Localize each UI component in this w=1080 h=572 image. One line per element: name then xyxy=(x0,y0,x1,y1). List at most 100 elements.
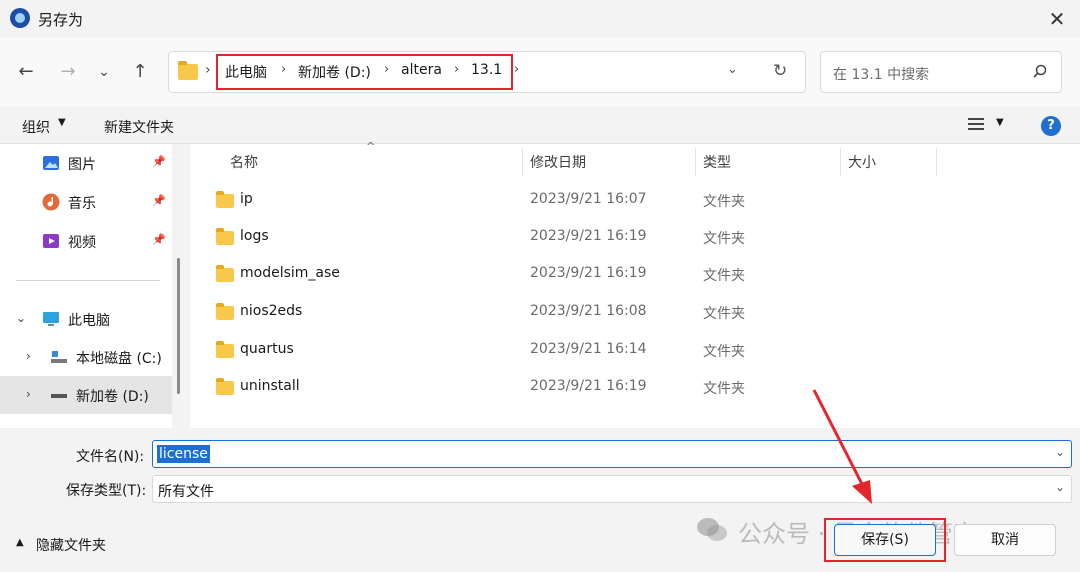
computer-icon xyxy=(43,312,59,326)
folder-icon xyxy=(216,303,234,320)
file-type: 文件夹 xyxy=(703,194,745,210)
column-divider[interactable] xyxy=(840,148,841,176)
sidebar-scrollbar[interactable] xyxy=(177,258,180,394)
refresh-icon[interactable]: ↻ xyxy=(773,61,787,81)
wechat-logo-icon xyxy=(697,518,727,541)
file-row[interactable]: modelsim_ase 2023/9/21 16:19 文件夹 xyxy=(190,256,1080,293)
sort-ascending-icon: ^ xyxy=(366,140,376,153)
file-modified: 2023/9/21 16:14 xyxy=(530,341,647,357)
sidebar-item-label: 视频 xyxy=(68,235,96,251)
title-bar: 另存为 ✕ xyxy=(0,0,1080,38)
column-divider[interactable] xyxy=(936,148,937,176)
folder-icon xyxy=(216,191,234,208)
file-row[interactable]: logs 2023/9/21 16:19 文件夹 xyxy=(190,219,1080,256)
up-button[interactable]: ↑ xyxy=(128,60,152,84)
sidebar-item-pictures[interactable]: 图片 📌 xyxy=(0,144,172,182)
chevron-down-icon[interactable]: ⌄ xyxy=(16,311,26,325)
file-name: ip xyxy=(240,191,253,207)
file-type: 文件夹 xyxy=(703,381,745,397)
filetype-value: 所有文件 xyxy=(158,484,214,500)
save-options-panel: 文件名(N): license ⌄ 保存类型(T): 所有文件 ⌄ ▲ 隐藏文件… xyxy=(0,428,1080,572)
chevron-down-icon[interactable]: ⌄ xyxy=(1055,480,1065,494)
pin-icon[interactable]: 📌 xyxy=(152,233,166,246)
view-options-icon[interactable] xyxy=(968,118,984,131)
search-icon[interactable] xyxy=(1033,64,1047,78)
address-dropdown-icon[interactable]: ⌄ xyxy=(727,62,738,77)
back-button[interactable]: ← xyxy=(14,60,38,84)
column-header-size[interactable]: 大小 xyxy=(848,152,876,172)
hide-folders-toggle[interactable]: 隐藏文件夹 xyxy=(36,535,106,555)
sidebar-item-label: 音乐 xyxy=(68,196,96,212)
file-modified: 2023/9/21 16:19 xyxy=(530,265,647,281)
file-name: quartus xyxy=(240,341,294,357)
filename-field[interactable]: license ⌄ xyxy=(152,440,1072,468)
breadcrumb-drive-d[interactable]: 新加卷 (D:) xyxy=(298,62,371,82)
file-list: ^ 名称 修改日期 类型 大小 ip 2023/9/21 16:07 文件夹 l… xyxy=(190,140,1080,428)
filetype-label: 保存类型(T): xyxy=(66,483,147,499)
sidebar-item-drive-c[interactable]: › 本地磁盘 (C:) xyxy=(0,338,172,376)
sidebar-item-this-pc[interactable]: ⌄ 此电脑 xyxy=(0,300,172,338)
column-divider[interactable] xyxy=(695,148,696,176)
column-divider[interactable] xyxy=(522,148,523,176)
file-modified: 2023/9/21 16:07 xyxy=(530,191,647,207)
folder-icon xyxy=(216,228,234,245)
filetype-select[interactable]: 所有文件 ⌄ xyxy=(152,475,1072,503)
command-bar: 组织 ▼ 新建文件夹 ▼ ? xyxy=(0,106,1080,144)
file-type: 文件夹 xyxy=(703,306,745,322)
folder-icon xyxy=(216,265,234,282)
chevron-right-icon[interactable]: › xyxy=(26,387,31,401)
chevron-right-icon[interactable]: › xyxy=(384,62,389,77)
file-type: 文件夹 xyxy=(703,231,745,247)
search-box[interactable]: 在 13.1 中搜索 xyxy=(820,51,1062,93)
folder-icon xyxy=(216,378,234,395)
chevron-down-icon[interactable]: ⌄ xyxy=(1055,445,1065,459)
pin-icon[interactable]: 📌 xyxy=(152,155,166,168)
search-input[interactable]: 在 13.1 中搜索 xyxy=(833,64,929,84)
filename-value[interactable]: license xyxy=(157,445,210,463)
chevron-right-icon[interactable]: › xyxy=(281,62,286,77)
videos-icon xyxy=(43,234,59,248)
recent-locations-button[interactable]: ⌄ xyxy=(92,60,116,84)
breadcrumb-13-1[interactable]: 13.1 xyxy=(471,62,502,78)
new-folder-button[interactable]: 新建文件夹 xyxy=(104,117,174,137)
drive-icon xyxy=(51,394,67,398)
sidebar-item-label: 此电脑 xyxy=(68,313,110,329)
file-type: 文件夹 xyxy=(703,268,745,284)
divider xyxy=(16,280,160,281)
organize-button[interactable]: 组织 xyxy=(22,117,50,137)
file-row[interactable]: uninstall 2023/9/21 16:19 文件夹 xyxy=(190,369,1080,406)
caret-up-icon[interactable]: ▲ xyxy=(16,537,24,548)
filename-label: 文件名(N): xyxy=(76,449,145,465)
chevron-right-icon[interactable]: › xyxy=(454,62,459,77)
music-icon xyxy=(42,193,60,211)
caret-down-icon[interactable]: ▼ xyxy=(996,117,1004,128)
cancel-button[interactable]: 取消 xyxy=(954,524,1056,556)
address-bar[interactable]: › 此电脑 › 新加卷 (D:) › altera › 13.1 › ⌄ ↻ xyxy=(168,51,806,93)
sidebar-item-videos[interactable]: 视频 📌 xyxy=(0,222,172,260)
file-row[interactable]: nios2eds 2023/9/21 16:08 文件夹 xyxy=(190,294,1080,331)
help-icon[interactable]: ? xyxy=(1041,116,1061,136)
chevron-right-icon[interactable]: › xyxy=(26,349,31,363)
save-button-highlight xyxy=(824,518,946,562)
chevron-right-icon: › xyxy=(205,62,211,78)
chevron-right-icon[interactable]: › xyxy=(514,62,519,77)
folder-icon xyxy=(216,341,234,358)
column-header-name[interactable]: 名称 xyxy=(230,152,258,172)
file-row[interactable]: ip 2023/9/21 16:07 文件夹 xyxy=(190,182,1080,219)
sidebar-item-drive-d[interactable]: › 新加卷 (D:) xyxy=(0,376,172,414)
app-icon xyxy=(10,8,30,28)
pin-icon[interactable]: 📌 xyxy=(152,194,166,207)
file-type: 文件夹 xyxy=(703,344,745,360)
column-header-type[interactable]: 类型 xyxy=(703,152,731,172)
column-header-modified[interactable]: 修改日期 xyxy=(530,152,586,172)
close-button[interactable]: ✕ xyxy=(1034,0,1080,38)
caret-down-icon[interactable]: ▼ xyxy=(58,117,66,128)
sidebar-item-label: 本地磁盘 (C:) xyxy=(76,351,162,367)
sidebar-item-music[interactable]: 音乐 📌 xyxy=(0,183,172,221)
file-row[interactable]: quartus 2023/9/21 16:14 文件夹 xyxy=(190,332,1080,369)
folder-icon xyxy=(178,61,198,80)
breadcrumb-altera[interactable]: altera xyxy=(401,62,442,78)
forward-button[interactable]: → xyxy=(56,60,80,84)
breadcrumb-this-pc[interactable]: 此电脑 xyxy=(225,62,267,82)
file-modified: 2023/9/21 16:08 xyxy=(530,303,647,319)
